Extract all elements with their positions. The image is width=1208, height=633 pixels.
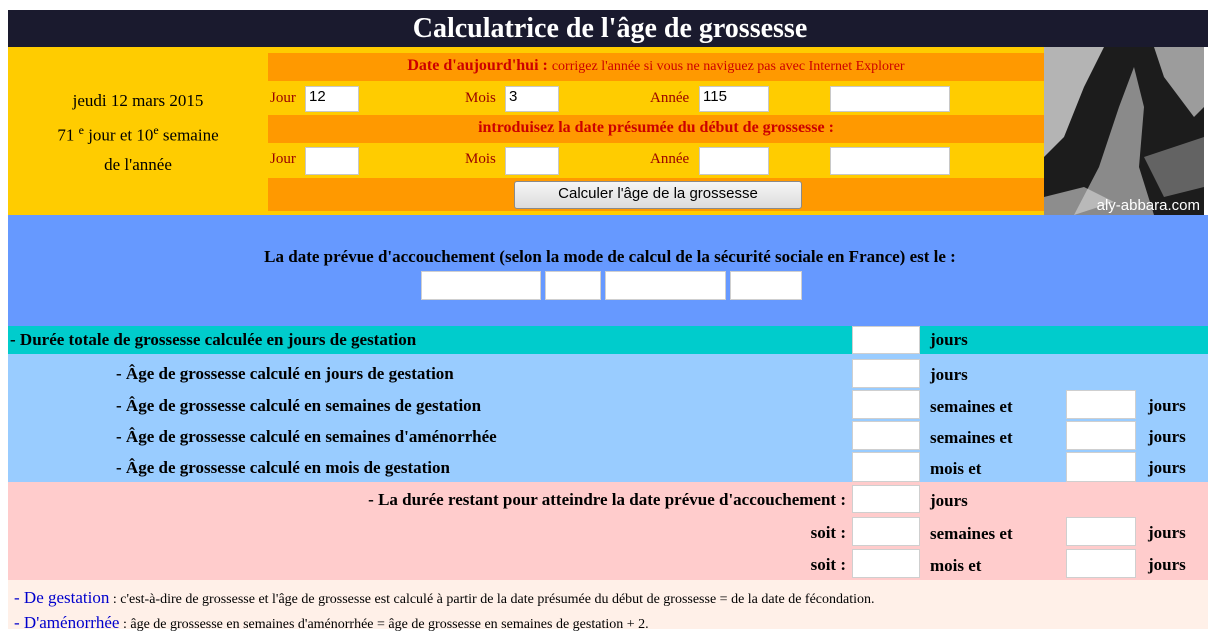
today-annee-input[interactable]: 115 xyxy=(699,86,769,112)
age-months-field[interactable] xyxy=(852,452,920,482)
remaining-weeks-field[interactable] xyxy=(852,517,920,546)
day-of-year-text: 71 e jour et 10e semaine xyxy=(8,123,268,146)
current-date-panel: jeudi 12 mars 2015 71 e jour et 10e sema… xyxy=(8,47,268,215)
due-month-field[interactable] xyxy=(605,271,726,300)
note-amenorrhea-text: : âge de grossesse en semaines d'aménorr… xyxy=(119,617,649,632)
total-days-unit: jours xyxy=(930,330,968,349)
age-weeks-gestation-unit: semaines et xyxy=(930,397,1013,416)
due-year-field[interactable] xyxy=(730,271,802,300)
today-note: corrigez l'année si vous ne naviguez pas… xyxy=(551,59,905,74)
total-duration-label: - Durée totale de grossesse calculée en … xyxy=(10,330,417,349)
watermark-text: aly-abbara.com xyxy=(1096,197,1200,214)
age-months-label: - Âge de grossesse calculé en mois de ge… xyxy=(116,458,450,477)
remaining-weeks-days-unit: jours xyxy=(1148,523,1186,542)
start-jour-label: Jour xyxy=(270,151,296,167)
start-mois-label: Mois xyxy=(465,151,496,167)
page-title: Calculatrice de l'âge de grossesse xyxy=(8,10,1208,47)
note-gestation-text: : c'est-à-dire de grossesse et l'âge de … xyxy=(109,592,875,607)
remaining-months-unit: mois et xyxy=(930,556,982,575)
note-gestation-term: - De gestation xyxy=(14,588,110,607)
remaining-days-unit: jours xyxy=(930,491,968,510)
today-heading: Date d'aujourd'hui : xyxy=(407,57,548,74)
due-date-section: La date prévue d'accouchement (selon la … xyxy=(8,215,1208,326)
remaining-weeks-label: soit : xyxy=(810,523,846,542)
start-heading-bar: introduisez la date présumée du début de… xyxy=(268,115,1044,143)
notes-section: - De gestation : c'est-à-dire de grosses… xyxy=(8,580,1208,632)
today-jour-label: Jour xyxy=(270,90,296,106)
silhouette-icon xyxy=(1044,47,1204,215)
due-day-name-field[interactable] xyxy=(421,271,541,300)
age-days-field[interactable] xyxy=(852,359,920,388)
start-extra-input[interactable] xyxy=(830,147,950,175)
site-logo-image: aly-abbara.com xyxy=(1044,47,1204,215)
today-jour-input[interactable]: 12 xyxy=(305,86,359,112)
remaining-label: - La durée restant pour atteindre la dat… xyxy=(368,490,846,509)
remaining-section: - La durée restant pour atteindre la dat… xyxy=(8,482,1208,580)
start-jour-input[interactable] xyxy=(305,147,359,175)
day-number: 71 xyxy=(57,125,75,145)
age-weeks-amenorrhea-days-unit: jours xyxy=(1148,427,1186,446)
remaining-months-days-field[interactable] xyxy=(1066,549,1136,578)
today-annee-label: Année xyxy=(650,90,690,106)
remaining-months-days-unit: jours xyxy=(1148,555,1186,574)
total-days-field[interactable] xyxy=(852,326,920,354)
age-months-unit: mois et xyxy=(930,459,982,478)
due-date-label: La date prévue d'accouchement (selon la … xyxy=(264,247,956,266)
age-months-days-field[interactable] xyxy=(1066,452,1136,482)
remaining-months-field[interactable] xyxy=(852,549,920,578)
age-days-label: - Âge de grossesse calculé en jours de g… xyxy=(116,364,454,383)
age-weeks-amenorrhea-unit: semaines et xyxy=(930,428,1013,447)
current-date-text: jeudi 12 mars 2015 xyxy=(72,91,204,110)
age-weeks-gestation-label: - Âge de grossesse calculé en semaines d… xyxy=(116,396,482,415)
note-gestation: - De gestation : c'est-à-dire de grosses… xyxy=(14,588,875,608)
remaining-days-field[interactable] xyxy=(852,485,920,513)
due-day-field[interactable] xyxy=(545,271,601,300)
age-weeks-amenorrhea-field[interactable] xyxy=(852,421,920,450)
age-days-unit: jours xyxy=(930,365,968,384)
day-rest: jour et 10 xyxy=(88,125,154,145)
age-weeks-amenorrhea-label: - Âge de grossesse calculé en semaines d… xyxy=(116,427,497,446)
age-weeks-gestation-days-unit: jours xyxy=(1148,396,1186,415)
week-rest: semaine xyxy=(162,125,219,145)
remaining-months-label: soit : xyxy=(810,555,846,574)
calculate-button[interactable]: Calculer l'âge de la grossesse xyxy=(514,181,802,209)
age-results-section: - Âge de grossesse calculé en jours de g… xyxy=(8,354,1208,482)
start-mois-input[interactable] xyxy=(505,147,559,175)
today-mois-input[interactable]: 3 xyxy=(505,86,559,112)
remaining-weeks-unit: semaines et xyxy=(930,524,1013,543)
year-line: de l'année xyxy=(104,155,172,174)
date-form: Date d'aujourd'hui : corrigez l'année si… xyxy=(268,47,1044,215)
start-annee-label: Année xyxy=(650,151,690,167)
start-annee-input[interactable] xyxy=(699,147,769,175)
remaining-weeks-days-field[interactable] xyxy=(1066,517,1136,546)
today-extra-input[interactable] xyxy=(830,86,950,112)
today-mois-label: Mois xyxy=(465,90,496,106)
note-amenorrhea-term: - D'aménorrhée xyxy=(14,613,120,632)
today-heading-bar: Date d'aujourd'hui : corrigez l'année si… xyxy=(268,53,1044,81)
start-heading: introduisez la date présumée du début de… xyxy=(478,119,834,136)
week-sup: e xyxy=(153,123,159,137)
day-sup: e xyxy=(78,123,84,137)
total-duration-row: - Durée totale de grossesse calculée en … xyxy=(8,326,1208,354)
age-weeks-gestation-field[interactable] xyxy=(852,390,920,419)
age-months-days-unit: jours xyxy=(1148,458,1186,477)
note-amenorrhea: - D'aménorrhée : âge de grossesse en sem… xyxy=(14,613,649,633)
age-weeks-amenorrhea-days-field[interactable] xyxy=(1066,421,1136,450)
age-weeks-gestation-days-field[interactable] xyxy=(1066,390,1136,419)
